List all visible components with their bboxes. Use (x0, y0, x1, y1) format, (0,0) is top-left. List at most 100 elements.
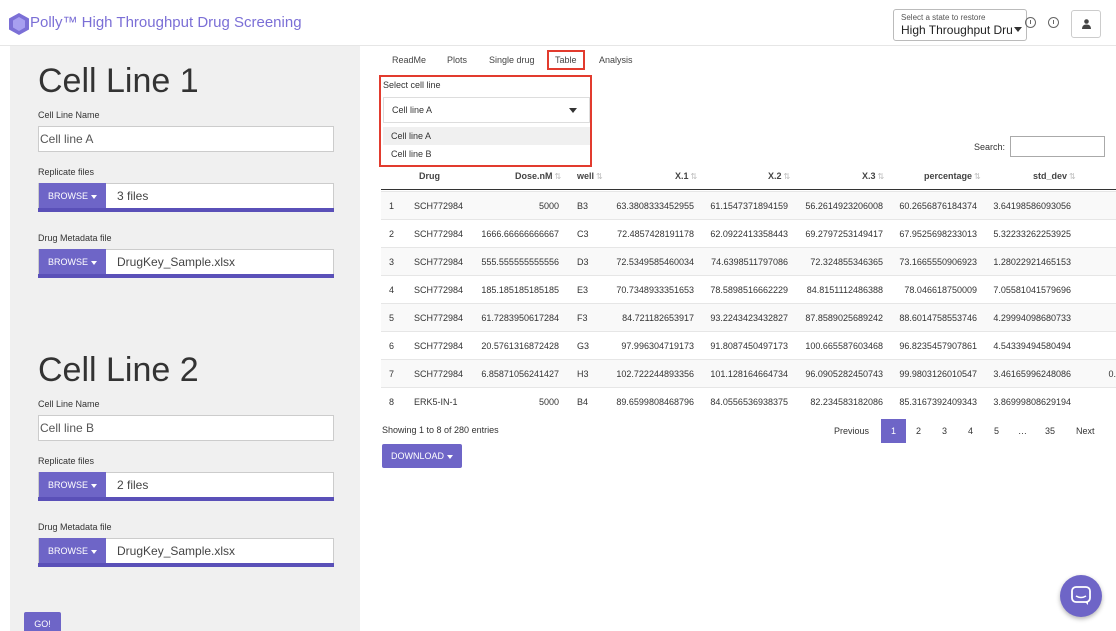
tab-single-drug[interactable]: Single drug (489, 50, 535, 70)
row-index: 2 (389, 229, 395, 239)
history-icon[interactable] (1025, 17, 1036, 28)
pager-page-1[interactable]: 1 (881, 419, 906, 443)
cell-drug: ERK5-IN-1 (414, 397, 458, 407)
cell-dose: 5000 (538, 397, 559, 407)
tab-readme[interactable]: ReadMe (392, 50, 426, 70)
info-icon[interactable] (1048, 17, 1059, 28)
table-row[interactable]: 2 SCH772984 1666.66666666667 C3 72.485742819… (381, 219, 1116, 247)
tab-analysis[interactable]: Analysis (599, 50, 633, 70)
download-button[interactable]: DOWNLOAD (382, 444, 462, 468)
cell-percentage: 78.046618750009 (904, 285, 977, 295)
chevron-down-icon (1014, 27, 1022, 32)
cell-dose: 5000 (538, 201, 559, 211)
col-header-percentage[interactable]: percentage ⇅ (924, 164, 981, 189)
table-row[interactable]: 1 SCH772984 5000 B3 63.3808333452955 61.15473… (381, 191, 1116, 219)
state-restore-select[interactable]: Select a state to restore High Throughpu… (893, 9, 1027, 41)
cell-line-select-value: Cell line A (392, 105, 433, 115)
cell-well: B3 (577, 201, 589, 211)
cell-percentage: 99.9803126010547 (899, 369, 977, 379)
select-cell-line-label: Select cell line (383, 80, 441, 90)
replicate-files-input: BROWSE 3 files (38, 183, 334, 210)
cell-std-dev: 4.54339494580494 (993, 341, 1071, 351)
cell-line-option-a[interactable]: Cell line A (383, 127, 590, 145)
cell-well: F3 (577, 313, 588, 323)
pager-page-35[interactable]: 35 (1045, 419, 1055, 443)
pager-ellipsis: … (1018, 426, 1027, 436)
cell-line-name-input[interactable]: Cell line B (38, 415, 334, 441)
cell-x3: 87.8589025689242 (805, 313, 883, 323)
cell-x1: 84.721182653917 (622, 313, 694, 323)
metadata-browse-button[interactable]: BROWSE (39, 249, 106, 276)
sort-icon: ⇅ (974, 172, 981, 181)
pager-page-2[interactable]: 2 (916, 419, 921, 443)
col-header-x1[interactable]: X.1 ⇅ (675, 164, 697, 189)
app-header: Polly™ High Throughput Drug Screening Se… (0, 0, 1116, 46)
replicate-browse-button[interactable]: BROWSE (39, 183, 106, 210)
chat-button[interactable] (1060, 575, 1102, 617)
cell-line-panel-2: Cell Line 2 Cell Line Name Cell line B R… (38, 351, 334, 567)
pager-page-3[interactable]: 3 (942, 419, 947, 443)
col-header-well[interactable]: well ⇅ (577, 164, 603, 189)
cell-drug: SCH772984 (414, 229, 464, 239)
col-header-std-dev[interactable]: std_dev ⇅ (1033, 164, 1076, 189)
replicate-files-text: 3 files (117, 189, 149, 203)
cell-x1: 72.4857428191178 (617, 229, 694, 239)
cell-percentage: 88.6014758553746 (899, 313, 977, 323)
cell-line-select[interactable]: Cell line A (383, 97, 590, 123)
cell-extra: 0.01968 (1108, 369, 1116, 379)
cell-percentage: 96.8235457907861 (899, 341, 977, 351)
cell-x3: 72.324855346365 (810, 257, 883, 267)
col-header-x2[interactable]: X.2 ⇅ (768, 164, 790, 189)
table-row[interactable]: 8 ERK5-IN-1 5000 B4 89.6599808468796 84.05565… (381, 387, 1116, 415)
cell-x1: 97.996304719173 (621, 341, 694, 351)
search-input[interactable] (1010, 136, 1105, 157)
cell-std-dev: 7.05581041579696 (993, 285, 1071, 295)
tab-table[interactable]: Table (547, 50, 585, 70)
cell-percentage: 60.2656876184374 (899, 201, 977, 211)
table-row[interactable]: 5 SCH772984 61.7283950617284 F3 84.721182653… (381, 303, 1116, 331)
search-label: Search: (974, 142, 1006, 152)
col-header-drug[interactable]: Drug (419, 164, 440, 188)
cell-line-option-b[interactable]: Cell line B (383, 145, 590, 163)
pager-page-5[interactable]: 5 (994, 419, 999, 443)
table-row[interactable]: 4 SCH772984 185.185185185185 E3 70.734893335… (381, 275, 1116, 303)
cell-line-name-label: Cell Line Name (38, 399, 100, 409)
cell-x3: 96.0905282450743 (805, 369, 883, 379)
cell-x2: 62.0922413358443 (710, 229, 788, 239)
row-index: 7 (389, 369, 395, 379)
sort-icon: ⇅ (877, 172, 885, 181)
go-button[interactable]: GO! (24, 612, 61, 631)
cell-x2: 84.0556536938375 (710, 397, 788, 407)
cell-well: D3 (577, 257, 589, 267)
pager-previous[interactable]: Previous (834, 419, 869, 443)
state-select-label: Select a state to restore (901, 13, 986, 22)
replicate-files-label: Replicate files (38, 167, 95, 177)
pager-next[interactable]: Next (1076, 419, 1095, 443)
cell-x2: 93.2243423432827 (710, 313, 788, 323)
tab-plots[interactable]: Plots (447, 50, 467, 70)
row-index: 8 (389, 397, 395, 407)
cell-dose: 555.555555555556 (481, 257, 559, 267)
user-menu-button[interactable] (1071, 10, 1101, 38)
table-row[interactable]: 6 SCH772984 20.5761316872428 G3 97.996304719… (381, 331, 1116, 359)
table-header-row: Drug Dose.nM ⇅ well ⇅ X.1 ⇅ X.2 ⇅ X.3 ⇅ perce… (381, 164, 1116, 190)
metadata-browse-button[interactable]: BROWSE (39, 538, 106, 565)
cell-dose: 61.7283950617284 (481, 313, 559, 323)
data-table: Drug Dose.nM ⇅ well ⇅ X.1 ⇅ X.2 ⇅ X.3 ⇅ perce… (381, 164, 1116, 424)
state-select-value: High Throughput Dru… (901, 23, 1013, 37)
pager-page-4[interactable]: 4 (968, 419, 973, 443)
cell-line-name-input[interactable]: Cell line A (38, 126, 334, 152)
caret-down-icon (447, 454, 453, 459)
sort-icon: ⇅ (690, 172, 698, 181)
replicate-browse-button[interactable]: BROWSE (39, 472, 106, 499)
replicate-files-input: BROWSE 2 files (38, 472, 334, 499)
cell-x2: 78.5898516662229 (710, 285, 788, 295)
chat-icon (1071, 586, 1091, 605)
table-row[interactable]: 7 SCH772984 6.85871056241427 H3 102.72224489… (381, 359, 1116, 387)
table-row[interactable]: 3 SCH772984 555.555555555556 D3 72.534958546… (381, 247, 1116, 275)
sort-icon: ⇅ (554, 172, 562, 181)
sort-icon: ⇅ (596, 172, 603, 181)
col-header-dose[interactable]: Dose.nM ⇅ (515, 164, 561, 189)
col-header-x3[interactable]: X.3 ⇅ (862, 164, 884, 189)
replicate-upload-progress (38, 497, 334, 501)
